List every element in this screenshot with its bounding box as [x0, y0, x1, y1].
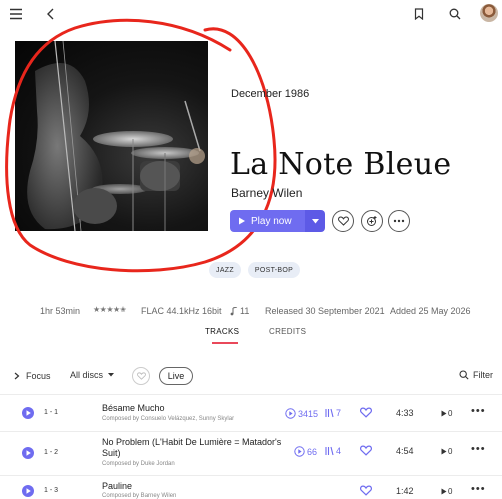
play-icon[interactable]	[22, 485, 34, 497]
versions-icon	[325, 408, 334, 418]
track-composer: Composed by Barney Wilen	[102, 493, 177, 499]
play-small-icon	[441, 448, 447, 455]
track-number: 1 - 1	[44, 409, 59, 416]
filter-label: Filter	[473, 370, 493, 380]
play-circle-icon	[285, 408, 296, 419]
track-row[interactable]: 1 - 3 Pauline Composed by Barney Wilen 1…	[0, 475, 502, 499]
audio-quality: FLAC 44.1kHz 16bit	[141, 306, 222, 316]
performers-count-value: 0	[448, 447, 453, 456]
favorites-filter-button[interactable]	[132, 367, 150, 385]
disc-selector-label: All discs	[70, 370, 104, 380]
versions-count: 7	[325, 408, 341, 418]
more-icon[interactable]: •••	[471, 405, 486, 417]
play-icon	[239, 217, 245, 225]
chevron-down-icon	[311, 218, 319, 223]
add-to-playlist-button[interactable]	[361, 210, 383, 232]
chevron-down-icon	[108, 373, 115, 377]
heart-icon	[337, 216, 349, 226]
heart-icon[interactable]	[360, 485, 372, 496]
rating-stars: ★★★★✬	[93, 305, 126, 314]
performers-count-value: 0	[448, 409, 453, 418]
focus-label: Focus	[26, 371, 51, 381]
tab-credits[interactable]: CREDITS	[269, 327, 306, 336]
track-count-value: 11	[240, 306, 250, 316]
genre-tag[interactable]: JAZZ	[209, 262, 241, 278]
track-title[interactable]: Pauline	[102, 481, 284, 492]
heart-icon[interactable]	[360, 445, 372, 456]
active-tab-indicator	[212, 342, 238, 344]
music-note-icon	[230, 306, 238, 315]
favorite-button[interactable]	[332, 210, 354, 232]
filter-button[interactable]: Filter	[459, 370, 493, 380]
heart-icon	[136, 372, 146, 380]
tab-tracks[interactable]: TRACKS	[205, 327, 239, 336]
play-count-value: 66	[307, 446, 318, 457]
play-icon[interactable]	[22, 447, 34, 459]
versions-icon	[325, 446, 334, 456]
album-title: La Note Bleue	[230, 147, 452, 182]
play-count: 3415	[285, 408, 318, 419]
track-row[interactable]: 1 - 1 Bésame Mucho Composed by Consuelo …	[0, 394, 502, 431]
versions-count: 4	[325, 446, 341, 456]
focus-button[interactable]: Focus	[14, 371, 51, 381]
chevron-right-icon	[14, 372, 20, 380]
search-icon	[459, 370, 469, 380]
track-composer: Composed by Duke Jordan	[102, 461, 175, 467]
album-duration: 1hr 53min	[40, 306, 81, 316]
track-title[interactable]: Bésame Mucho	[102, 403, 284, 414]
play-now-button[interactable]: Play now	[230, 210, 305, 232]
track-row[interactable]: 1 - 2 No Problem (L'Habit De Lumière = M…	[0, 431, 502, 475]
disc-selector[interactable]: All discs	[70, 370, 115, 380]
play-circle-icon	[294, 446, 305, 457]
genre-tag[interactable]: POST-BOP	[248, 262, 300, 278]
more-icon	[393, 219, 405, 223]
more-options-button[interactable]	[388, 210, 410, 232]
play-options-dropdown[interactable]	[305, 210, 325, 232]
artist-name[interactable]: Barney Wilen	[231, 186, 302, 200]
play-count: 66	[294, 446, 317, 457]
track-composer: Composed by Consuelo Velázquez, Sunny Sk…	[102, 416, 235, 422]
play-count-value: 3415	[298, 408, 319, 419]
track-duration: 4:33	[396, 408, 414, 418]
track-number: 1 - 3	[44, 487, 59, 494]
heart-icon[interactable]	[360, 407, 372, 418]
track-duration: 4:54	[396, 446, 414, 456]
release-date: December 1986	[231, 88, 310, 100]
versions-count-value: 7	[336, 408, 342, 418]
playlist-add-icon	[367, 216, 377, 226]
play-small-icon	[441, 410, 447, 417]
track-title[interactable]: No Problem (L'Habit De Lumière = Matador…	[102, 437, 284, 459]
performers-count[interactable]: 0	[441, 409, 452, 418]
performers-count[interactable]: 0	[441, 487, 452, 496]
more-icon[interactable]: •••	[471, 443, 486, 455]
more-icon[interactable]: •••	[471, 483, 486, 495]
versions-count-value: 4	[336, 446, 342, 456]
release-info: Released 30 September 2021	[265, 306, 385, 316]
track-number: 1 - 2	[44, 449, 59, 456]
play-now-label: Play now	[251, 215, 292, 227]
performers-count[interactable]: 0	[441, 447, 452, 456]
play-icon[interactable]	[22, 407, 34, 419]
track-count: 11	[230, 306, 249, 316]
added-info: Added 25 May 2026	[390, 306, 471, 316]
track-duration: 1:42	[396, 486, 414, 496]
play-small-icon	[441, 488, 447, 495]
performers-count-value: 0	[448, 487, 453, 496]
live-filter-button[interactable]: Live	[159, 367, 193, 385]
